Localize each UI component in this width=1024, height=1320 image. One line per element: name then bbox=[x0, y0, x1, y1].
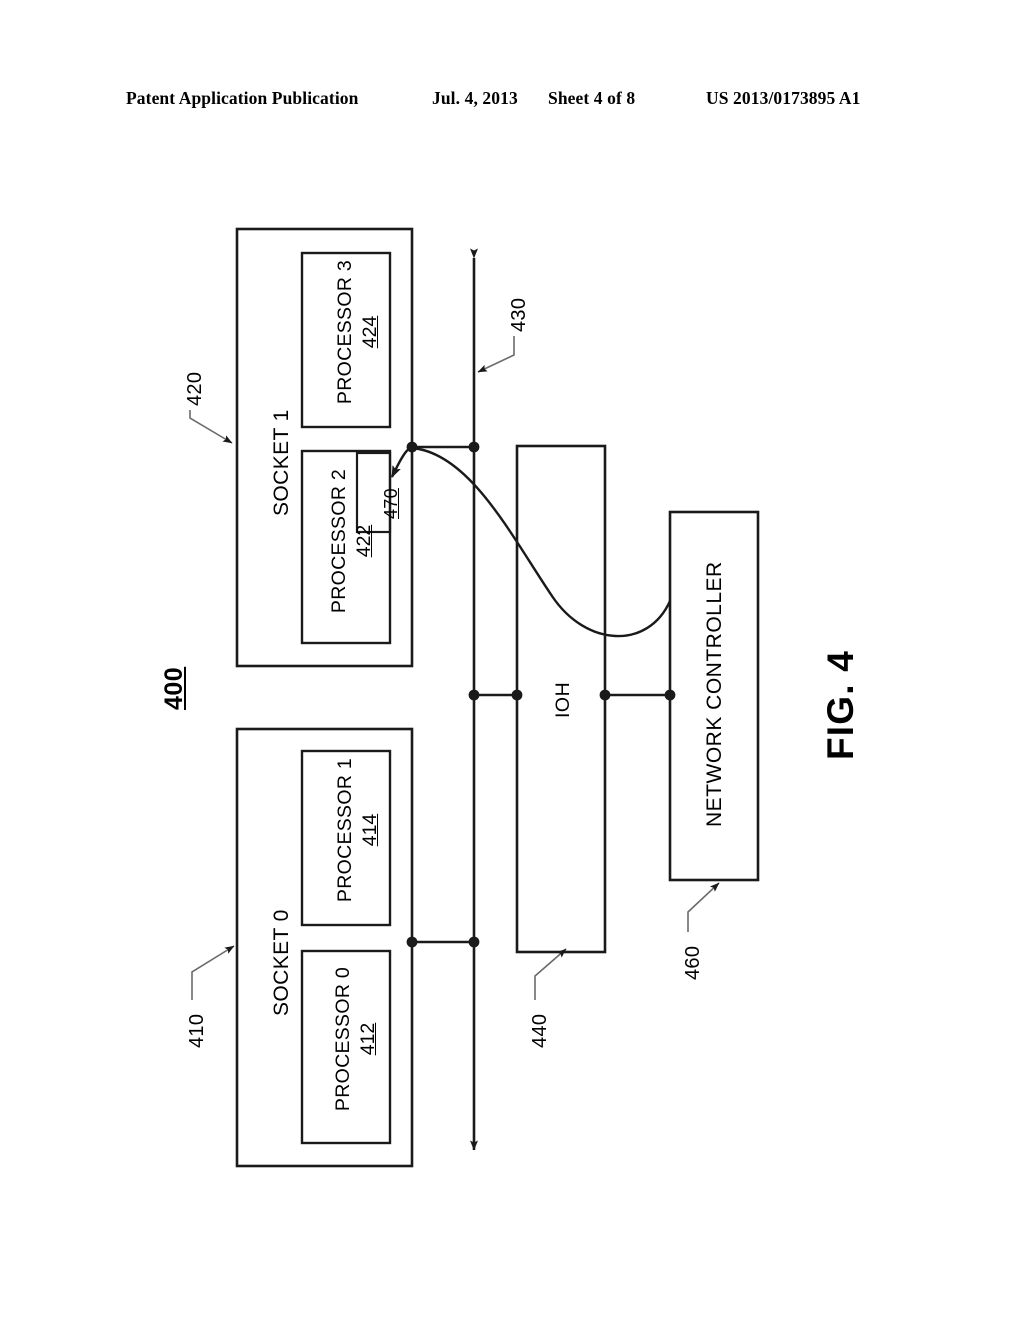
ref-420: 420 bbox=[184, 371, 206, 406]
leader-line-420 bbox=[189, 410, 233, 444]
leader-line-460 bbox=[687, 882, 720, 932]
processor1-label: PROCESSOR 1 414 bbox=[334, 750, 382, 910]
socket0-box bbox=[235, 727, 414, 1168]
socket0-title: SOCKET 0 bbox=[270, 909, 293, 1016]
leader-line-410 bbox=[191, 945, 235, 1000]
leader-line-430 bbox=[477, 336, 515, 373]
ref-460: 460 bbox=[682, 945, 704, 980]
leader-line-440 bbox=[534, 948, 567, 1000]
processor1-name: PROCESSOR 1 bbox=[334, 757, 356, 903]
junction-dot-bus-upper bbox=[468, 441, 480, 453]
ref-410: 410 bbox=[186, 1013, 208, 1048]
processor2-label: PROCESSOR 2 422 bbox=[328, 452, 376, 630]
processor3-label: PROCESSOR 3 424 bbox=[334, 252, 382, 412]
patent-figure-diagram: SOCKET 1 PROCESSOR 3 424 PROCESSOR 2 422… bbox=[0, 0, 1024, 1320]
block-470-ref: 470 bbox=[381, 488, 401, 519]
diagram-canvas bbox=[189, 227, 760, 1168]
network-controller-title: NETWORK CONTROLLER bbox=[703, 561, 726, 827]
processor0-label: PROCESSOR 0 412 bbox=[332, 950, 380, 1128]
ref-430: 430 bbox=[508, 297, 530, 332]
junction-dot-network-controller bbox=[664, 689, 676, 701]
figure-label: FIG. 4 bbox=[820, 650, 861, 760]
processor0-name: PROCESSOR 0 bbox=[332, 966, 354, 1112]
junction-dot-ioh-right bbox=[599, 689, 611, 701]
dataflow-curve-arrow bbox=[390, 446, 672, 638]
junction-dot-bus-mid bbox=[468, 689, 480, 701]
processor1-ref: 414 bbox=[359, 813, 381, 847]
ioh-title: IOH bbox=[552, 681, 574, 718]
junction-dot-ioh-left bbox=[511, 689, 523, 701]
junction-dot-bus-lower bbox=[468, 936, 480, 948]
processor3-name: PROCESSOR 3 bbox=[334, 259, 356, 405]
processor2-name: PROCESSOR 2 bbox=[328, 468, 350, 614]
junction-dot-socket0 bbox=[406, 936, 418, 948]
processor3-ref: 424 bbox=[359, 315, 381, 349]
ref-400-system: 400 bbox=[160, 666, 188, 710]
socket1-box bbox=[235, 227, 414, 668]
processor2-ref: 422 bbox=[353, 524, 375, 558]
processor0-ref: 412 bbox=[357, 1022, 379, 1056]
socket1-title: SOCKET 1 bbox=[270, 409, 293, 516]
ref-440: 440 bbox=[529, 1013, 551, 1048]
